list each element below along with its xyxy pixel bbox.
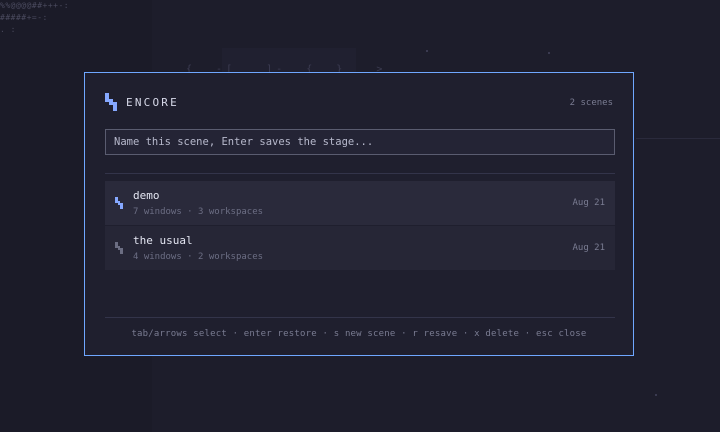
keyboard-shortcuts-hint: tab/arrows select · enter restore · s ne… bbox=[131, 329, 587, 339]
encore-scene-dialog: ENCORE 2 scenes demo 7 windows · 3 works… bbox=[84, 72, 634, 356]
scene-name: the usual bbox=[133, 234, 193, 247]
scene-item-demo[interactable]: demo 7 windows · 3 workspaces Aug 21 bbox=[105, 181, 615, 225]
scene-list: demo 7 windows · 3 workspaces Aug 21 the… bbox=[105, 181, 615, 271]
scene-stack-icon bbox=[115, 242, 123, 254]
background-ascii-art: %%@@@@##+++-: #####+=-: . : bbox=[0, 0, 69, 36]
background-dot bbox=[655, 394, 657, 396]
divider bbox=[105, 173, 615, 174]
background-dot bbox=[548, 52, 550, 54]
ascii-line: #####+=-: bbox=[0, 13, 48, 22]
divider bbox=[105, 317, 615, 318]
scene-date: Aug 21 bbox=[572, 198, 605, 208]
dialog-title: ENCORE bbox=[126, 96, 179, 109]
encore-logo-icon bbox=[105, 93, 117, 111]
ascii-line: . : bbox=[0, 25, 16, 34]
scene-name: demo bbox=[133, 189, 160, 202]
background-dot bbox=[426, 50, 428, 52]
ascii-line: %%@@@@##+++-: bbox=[0, 1, 70, 10]
scene-item-the-usual[interactable]: the usual 4 windows · 2 workspaces Aug 2… bbox=[105, 226, 615, 270]
scene-meta: 4 windows · 2 workspaces bbox=[133, 252, 264, 262]
scene-stack-icon bbox=[115, 197, 123, 209]
scene-date: Aug 21 bbox=[572, 243, 605, 253]
scene-meta: 7 windows · 3 workspaces bbox=[133, 207, 264, 217]
scene-count: 2 scenes bbox=[569, 98, 613, 108]
background-divider bbox=[636, 138, 720, 139]
dialog-header: ENCORE 2 scenes bbox=[105, 93, 613, 113]
scene-name-input[interactable] bbox=[105, 129, 615, 155]
